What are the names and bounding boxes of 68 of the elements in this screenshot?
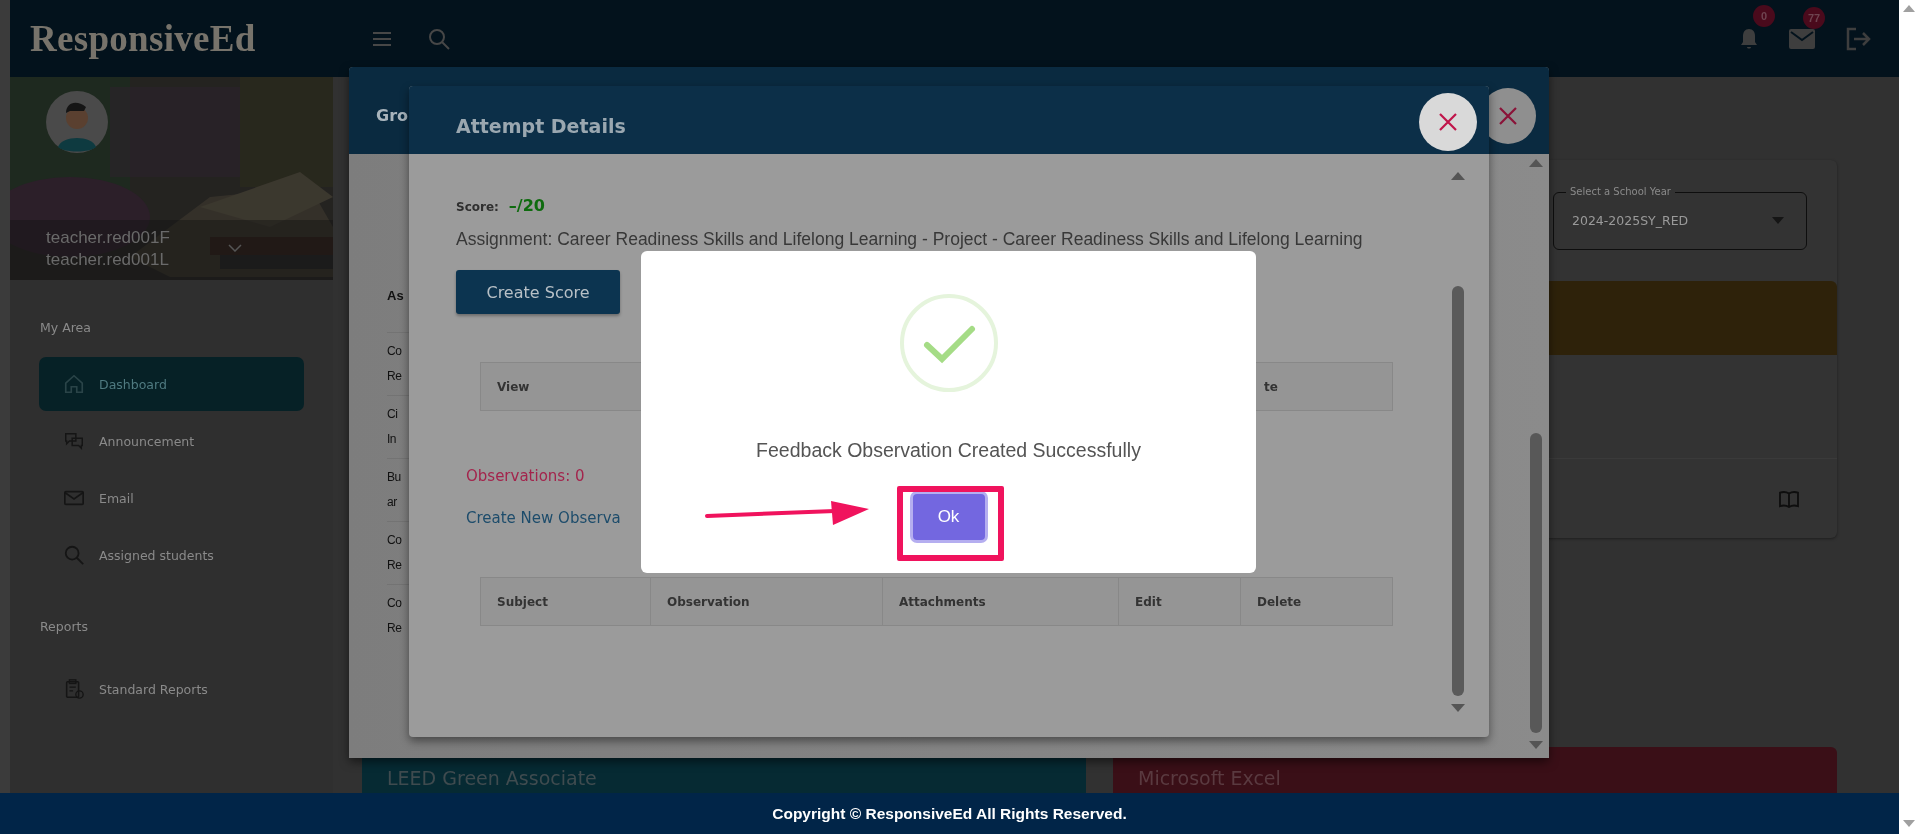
scroll-down-icon[interactable] [1903,820,1915,828]
scroll-up-icon[interactable] [1529,159,1543,167]
observations-count: Observations: 0 [466,467,586,485]
check-icon [898,293,999,393]
dialog-title: Attempt Details [456,115,626,137]
scroll-thumb[interactable] [1530,433,1542,733]
table-cell-text: Re [387,557,403,574]
assignment-text: Assignment: Career Readiness Skills and Lifelong Learning - Project - Career Readiness Skills and Lifelong Learning [456,228,1364,251]
chevron-down-icon[interactable] [228,244,242,252]
sidebar-item[interactable]: Dashboard [39,357,304,411]
dialog-title: Gro [376,106,408,125]
create-score-button[interactable]: Create Score [456,270,620,314]
footer-text: Copyright © ResponsiveEd All Rights Reserved. [0,793,1899,834]
scroll-up-icon[interactable] [1903,4,1915,12]
column-header: Observation [651,578,883,625]
page-scrollbar[interactable] [1899,0,1919,834]
bell-icon[interactable] [1739,26,1759,51]
mail-icon[interactable] [1789,28,1815,49]
score-value: –/20 [508,196,545,215]
user-first-name: teacher.red001F [46,227,170,249]
caret-down-icon [1772,217,1784,224]
table-cell-text: Bu [387,469,402,486]
section-title: Reports [40,619,89,634]
scroll-down-icon[interactable] [1451,704,1465,712]
alert-message: Feedback Observation Created Successfully [756,439,1141,462]
notification-badge: 0 [1753,4,1775,27]
column-header: Delete [1256,593,1303,611]
ok-button[interactable]: Ok [912,494,985,540]
sidebar-item[interactable]: Assigned students [39,528,304,582]
table-cell-text: Ci [387,406,399,423]
home-icon [63,373,85,395]
menu-icon[interactable] [372,30,392,47]
message-badge: 77 [1803,6,1825,29]
column-header: View [496,378,531,396]
score-label: Score: [456,200,499,214]
scroll-down-icon[interactable] [1529,741,1543,749]
column-header: te [1263,378,1279,396]
table-header-cell-text: As [387,288,405,305]
sidebar-item[interactable]: Standard Reports [39,662,304,716]
avatar-icon [46,91,108,153]
sidebar-item[interactable]: Email [39,471,304,525]
user-last-name: teacher.red001L [46,249,170,271]
table-cell-text: Re [387,620,403,637]
scrollbar[interactable] [1529,159,1543,749]
table-cell-text: Co [387,343,403,360]
scroll-thumb[interactable] [1452,286,1464,696]
table-cell-text: In [387,431,397,448]
table-cell-text: Co [387,595,403,612]
table-cell-text: Co [387,532,403,549]
table-cell-text: ar [387,494,398,511]
create-observation-link[interactable]: Create New Observa [466,509,636,527]
close-icon [1438,112,1458,132]
logout-icon[interactable] [1845,26,1871,51]
chat-icon [63,430,85,452]
table-cell-text: Re [387,368,403,385]
clipboard-icon [63,678,85,700]
column-header: Attachments [883,578,1119,625]
close-icon [1498,106,1518,126]
logo: ResponsiveEd [30,17,257,60]
column-header: Subject [481,578,651,625]
search-icon [63,544,85,566]
column-header: Edit [1119,578,1241,625]
scroll-up-icon[interactable] [1451,172,1465,180]
scrollbar[interactable] [1451,172,1465,712]
section-title: My Area [40,320,92,335]
search-icon[interactable] [428,27,450,50]
sidebar-item[interactable]: Announcement [39,414,304,468]
book-icon[interactable] [1778,489,1800,508]
